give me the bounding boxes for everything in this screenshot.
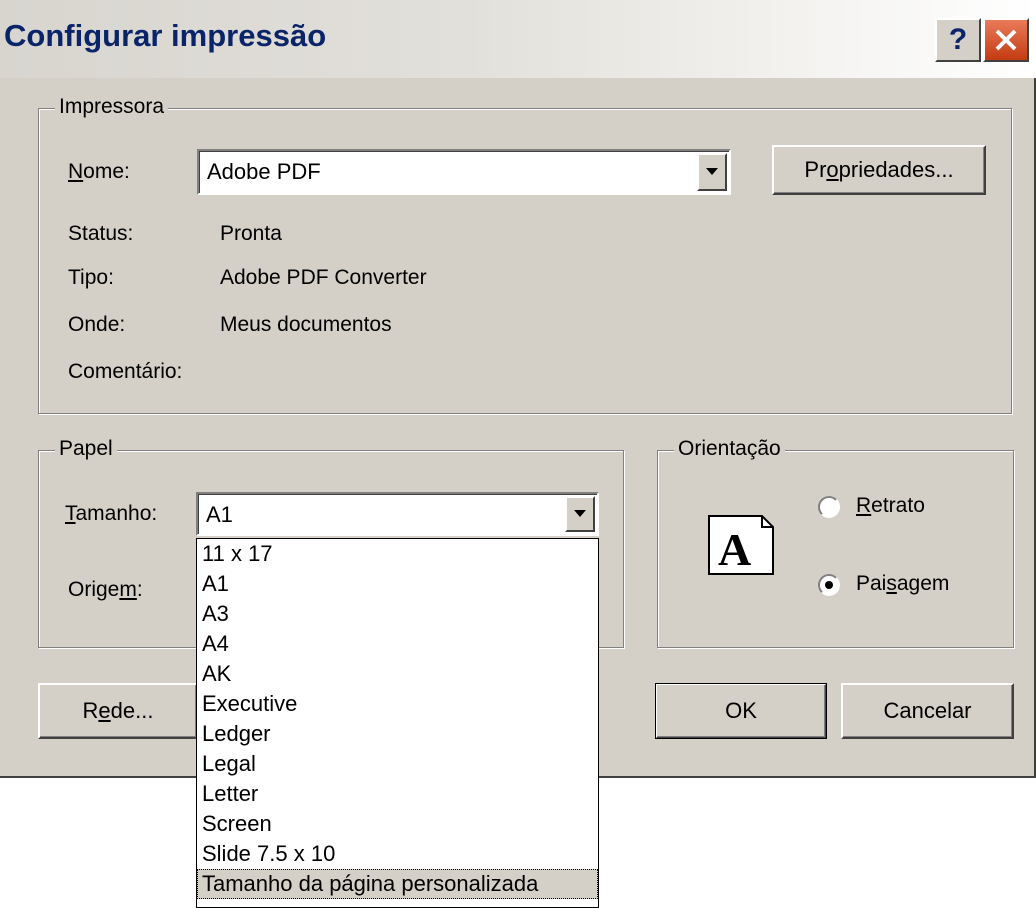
help-icon: ? [948, 23, 968, 56]
status-label: Status: [68, 222, 134, 245]
paper-size-option[interactable]: Slide 7.5 x 10 [197, 839, 598, 869]
type-value: Adobe PDF Converter [220, 266, 427, 289]
chevron-down-icon [574, 510, 586, 517]
paper-size-dropdown-button[interactable] [565, 496, 595, 532]
paper-size-option[interactable]: Ledger [197, 719, 598, 749]
where-value: Meus documentos [220, 313, 392, 336]
portrait-label[interactable]: Retrato [856, 494, 925, 518]
paper-size-value: A1 [206, 502, 233, 527]
close-button[interactable] [983, 18, 1029, 62]
cancel-button[interactable]: Cancelar [841, 683, 1014, 739]
printer-name-value: Adobe PDF [207, 159, 321, 184]
type-label: Tipo: [68, 266, 114, 289]
title-bar[interactable]: Configurar impressão ? [0, 0, 1036, 78]
printer-name-label: Nome: [68, 160, 130, 183]
paper-size-option[interactable]: Screen [197, 809, 598, 839]
paper-source-label: Origem: [68, 578, 143, 601]
help-button[interactable]: ? [935, 18, 981, 62]
comment-label: Comentário: [68, 360, 183, 383]
printer-group-label: Impressora [55, 95, 169, 119]
paper-size-dropdown-list[interactable]: 11 x 17 A1 A3 A4 AK Executive Ledger Legal Lette… [196, 538, 599, 908]
printer-name-select[interactable]: Adobe PDF [197, 149, 731, 195]
paper-group-label: Papel [55, 437, 117, 461]
landscape-page-icon: A [708, 515, 774, 575]
paper-size-option[interactable]: Letter [197, 779, 598, 809]
network-button[interactable]: Re de... [38, 683, 198, 739]
printer-name-dropdown-button[interactable] [697, 153, 727, 191]
paper-size-option[interactable]: A3 [197, 599, 598, 629]
chevron-down-icon [706, 168, 718, 175]
paper-size-option[interactable]: A4 [197, 629, 598, 659]
status-value: Pronta [220, 222, 282, 245]
paper-size-option[interactable]: Executive [197, 689, 598, 719]
page-icon-letter: A [718, 524, 751, 575]
dialog-title: Configurar impressão [4, 18, 327, 53]
portrait-radio[interactable] [818, 496, 840, 518]
properties-button[interactable]: Pr o priedades... [772, 145, 986, 195]
ok-button[interactable]: OK [655, 683, 827, 739]
paper-size-option[interactable]: A1 [197, 569, 598, 599]
radio-selected-dot [825, 581, 833, 589]
orientation-group-label: Orientação [674, 437, 785, 461]
close-icon [995, 29, 1017, 51]
landscape-radio[interactable] [818, 574, 840, 596]
paper-size-option[interactable]: 11 x 17 [197, 539, 598, 569]
paper-size-label: Tamanho: [65, 502, 158, 525]
paper-size-option[interactable]: Legal [197, 749, 598, 779]
paper-size-option[interactable]: Tamanho da página personalizada [197, 869, 598, 899]
landscape-label[interactable]: Paisagem [856, 572, 949, 596]
paper-size-select[interactable]: A1 [196, 492, 599, 536]
where-label: Onde: [68, 313, 126, 336]
paper-size-option[interactable]: AK [197, 659, 598, 689]
